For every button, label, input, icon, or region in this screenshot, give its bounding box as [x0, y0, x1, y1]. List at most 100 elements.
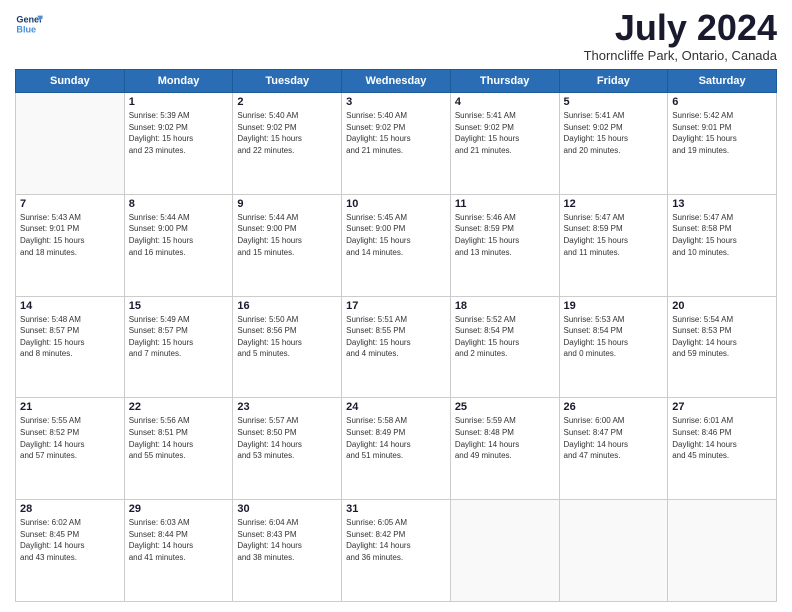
page: General Blue July 2024 Thorncliffe Park,…: [0, 0, 792, 612]
calendar-week-row: 1 Sunrise: 5:39 AM Sunset: 9:02 PM Daylig…: [16, 93, 777, 195]
table-row: 14 Sunrise: 5:48 AM Sunset: 8:57 PM Dayli…: [16, 296, 125, 398]
day-info: Sunrise: 5:47 AM Sunset: 8:58 PM Dayligh…: [672, 212, 772, 258]
table-row: 24 Sunrise: 5:58 AM Sunset: 8:49 PM Dayli…: [342, 398, 451, 500]
col-monday: Monday: [124, 70, 233, 93]
day-number: 30: [237, 503, 337, 515]
table-row: 29Sunrise: 6:03 AM Sunset: 8:44 PM Dayli…: [124, 500, 233, 602]
day-number: 18: [455, 300, 555, 312]
day-info: Sunrise: 5:40 AM Sunset: 9:02 PM Dayligh…: [237, 110, 337, 156]
table-row: 4 Sunrise: 5:41 AM Sunset: 9:02 PM Daylig…: [450, 93, 559, 195]
day-info: Sunrise: 5:58 AM Sunset: 8:49 PM Dayligh…: [346, 415, 446, 461]
day-number: 31: [346, 503, 446, 515]
table-row: 21 Sunrise: 5:55 AM Sunset: 8:52 PM Dayli…: [16, 398, 125, 500]
day-number: 28: [20, 503, 120, 515]
col-friday: Friday: [559, 70, 668, 93]
day-info: Sunrise: 5:40 AM Sunset: 9:02 PM Dayligh…: [346, 110, 446, 156]
day-info: Sunrise: 6:00 AM Sunset: 8:47 PM Dayligh…: [564, 415, 664, 461]
table-row: [16, 93, 125, 195]
table-row: 13 Sunrise: 5:47 AM Sunset: 8:58 PM Dayli…: [668, 194, 777, 296]
title-block: July 2024 Thorncliffe Park, Ontario, Can…: [584, 10, 777, 63]
day-number: 23: [237, 401, 337, 413]
table-row: 19Sunrise: 5:53 AM Sunset: 8:54 PM Dayli…: [559, 296, 668, 398]
day-info: Sunrise: 5:42 AM Sunset: 9:01 PM Dayligh…: [672, 110, 772, 156]
day-number: 21: [20, 401, 120, 413]
day-info: Sunrise: 5:59 AM Sunset: 8:48 PM Dayligh…: [455, 415, 555, 461]
day-number: 1: [129, 96, 229, 108]
table-row: 27Sunrise: 6:01 AM Sunset: 8:46 PM Dayli…: [668, 398, 777, 500]
table-row: 28 Sunrise: 6:02 AM Sunset: 8:45 PM Dayli…: [16, 500, 125, 602]
table-row: 12 Sunrise: 5:47 AM Sunset: 8:59 PM Dayli…: [559, 194, 668, 296]
table-row: 31Sunrise: 6:05 AM Sunset: 8:42 PM Dayli…: [342, 500, 451, 602]
day-info: Sunrise: 5:41 AM Sunset: 9:02 PM Dayligh…: [564, 110, 664, 156]
table-row: 3Sunrise: 5:40 AM Sunset: 9:02 PM Daylig…: [342, 93, 451, 195]
day-info: Sunrise: 5:51 AM Sunset: 8:55 PM Dayligh…: [346, 314, 446, 360]
logo: General Blue: [15, 10, 43, 38]
day-number: 2: [237, 96, 337, 108]
header: General Blue July 2024 Thorncliffe Park,…: [15, 10, 777, 63]
table-row: 22 Sunrise: 5:56 AM Sunset: 8:51 PM Dayli…: [124, 398, 233, 500]
day-number: 19: [564, 300, 664, 312]
day-info: Sunrise: 6:01 AM Sunset: 8:46 PM Dayligh…: [672, 415, 772, 461]
table-row: 20Sunrise: 5:54 AM Sunset: 8:53 PM Dayli…: [668, 296, 777, 398]
table-row: [559, 500, 668, 602]
month-title: July 2024: [584, 10, 777, 46]
table-row: 18 Sunrise: 5:52 AM Sunset: 8:54 PM Dayli…: [450, 296, 559, 398]
calendar-header-row: Sunday Monday Tuesday Wednesday Thursday…: [16, 70, 777, 93]
calendar-week-row: 14 Sunrise: 5:48 AM Sunset: 8:57 PM Dayli…: [16, 296, 777, 398]
day-number: 24: [346, 401, 446, 413]
day-number: 13: [672, 198, 772, 210]
day-info: Sunrise: 5:48 AM Sunset: 8:57 PM Dayligh…: [20, 314, 120, 360]
day-number: 4: [455, 96, 555, 108]
day-info: Sunrise: 5:55 AM Sunset: 8:52 PM Dayligh…: [20, 415, 120, 461]
calendar-week-row: 28 Sunrise: 6:02 AM Sunset: 8:45 PM Dayli…: [16, 500, 777, 602]
day-number: 15: [129, 300, 229, 312]
table-row: 1 Sunrise: 5:39 AM Sunset: 9:02 PM Daylig…: [124, 93, 233, 195]
day-info: Sunrise: 5:49 AM Sunset: 8:57 PM Dayligh…: [129, 314, 229, 360]
day-number: 26: [564, 401, 664, 413]
day-number: 5: [564, 96, 664, 108]
day-number: 12: [564, 198, 664, 210]
day-info: Sunrise: 5:39 AM Sunset: 9:02 PM Dayligh…: [129, 110, 229, 156]
day-info: Sunrise: 5:44 AM Sunset: 9:00 PM Dayligh…: [129, 212, 229, 258]
day-number: 14: [20, 300, 120, 312]
day-number: 9: [237, 198, 337, 210]
day-info: Sunrise: 6:04 AM Sunset: 8:43 PM Dayligh…: [237, 517, 337, 563]
col-sunday: Sunday: [16, 70, 125, 93]
col-thursday: Thursday: [450, 70, 559, 93]
day-number: 17: [346, 300, 446, 312]
day-number: 6: [672, 96, 772, 108]
table-row: 9 Sunrise: 5:44 AM Sunset: 9:00 PM Daylig…: [233, 194, 342, 296]
table-row: 5 Sunrise: 5:41 AM Sunset: 9:02 PM Daylig…: [559, 93, 668, 195]
table-row: 25 Sunrise: 5:59 AM Sunset: 8:48 PM Dayli…: [450, 398, 559, 500]
day-number: 10: [346, 198, 446, 210]
day-number: 25: [455, 401, 555, 413]
day-number: 22: [129, 401, 229, 413]
col-tuesday: Tuesday: [233, 70, 342, 93]
day-info: Sunrise: 6:02 AM Sunset: 8:45 PM Dayligh…: [20, 517, 120, 563]
table-row: 16 Sunrise: 5:50 AM Sunset: 8:56 PM Dayli…: [233, 296, 342, 398]
day-info: Sunrise: 5:41 AM Sunset: 9:02 PM Dayligh…: [455, 110, 555, 156]
svg-text:Blue: Blue: [16, 24, 36, 34]
table-row: 23 Sunrise: 5:57 AM Sunset: 8:50 PM Dayli…: [233, 398, 342, 500]
day-info: Sunrise: 5:45 AM Sunset: 9:00 PM Dayligh…: [346, 212, 446, 258]
day-info: Sunrise: 5:52 AM Sunset: 8:54 PM Dayligh…: [455, 314, 555, 360]
table-row: [450, 500, 559, 602]
day-info: Sunrise: 5:46 AM Sunset: 8:59 PM Dayligh…: [455, 212, 555, 258]
col-saturday: Saturday: [668, 70, 777, 93]
day-info: Sunrise: 5:44 AM Sunset: 9:00 PM Dayligh…: [237, 212, 337, 258]
col-wednesday: Wednesday: [342, 70, 451, 93]
day-number: 8: [129, 198, 229, 210]
day-info: Sunrise: 5:57 AM Sunset: 8:50 PM Dayligh…: [237, 415, 337, 461]
table-row: 2 Sunrise: 5:40 AM Sunset: 9:02 PM Daylig…: [233, 93, 342, 195]
day-number: 16: [237, 300, 337, 312]
calendar-week-row: 7Sunrise: 5:43 AM Sunset: 9:01 PM Daylig…: [16, 194, 777, 296]
day-info: Sunrise: 5:47 AM Sunset: 8:59 PM Dayligh…: [564, 212, 664, 258]
day-number: 11: [455, 198, 555, 210]
table-row: 6 Sunrise: 5:42 AM Sunset: 9:01 PM Daylig…: [668, 93, 777, 195]
day-info: Sunrise: 5:50 AM Sunset: 8:56 PM Dayligh…: [237, 314, 337, 360]
location: Thorncliffe Park, Ontario, Canada: [584, 48, 777, 63]
table-row: 17 Sunrise: 5:51 AM Sunset: 8:55 PM Dayli…: [342, 296, 451, 398]
calendar-week-row: 21 Sunrise: 5:55 AM Sunset: 8:52 PM Dayli…: [16, 398, 777, 500]
day-info: Sunrise: 5:56 AM Sunset: 8:51 PM Dayligh…: [129, 415, 229, 461]
calendar-table: Sunday Monday Tuesday Wednesday Thursday…: [15, 69, 777, 602]
